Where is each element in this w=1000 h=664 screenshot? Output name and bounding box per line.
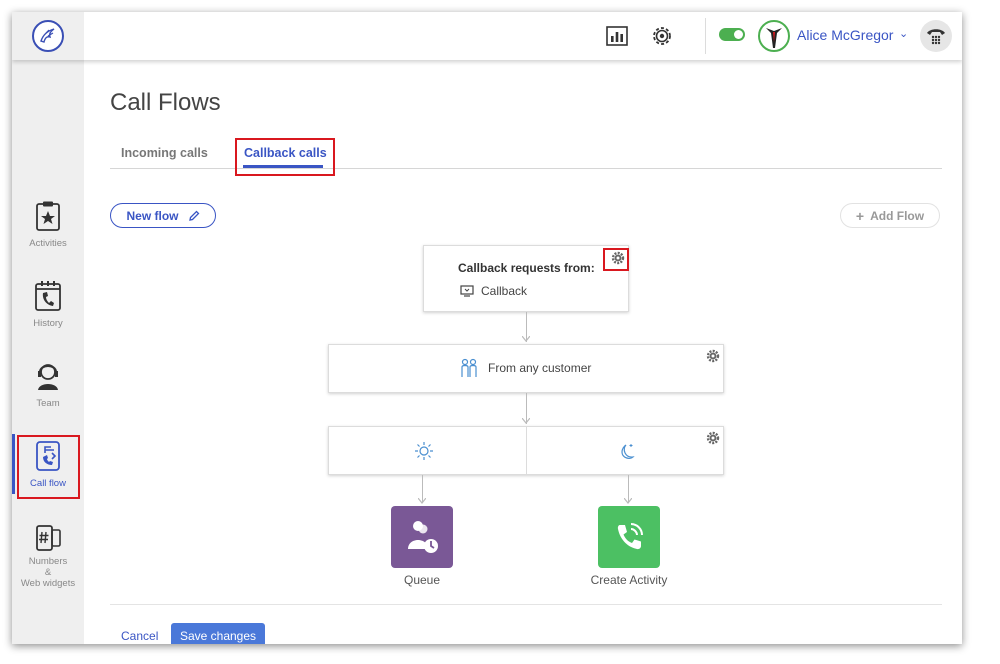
logo[interactable] — [12, 12, 84, 60]
settings-gear-icon[interactable] — [650, 24, 674, 48]
active-indicator — [12, 434, 15, 494]
phone-icon — [617, 523, 643, 550]
source-item-label: Callback — [481, 284, 528, 298]
gear-icon[interactable] — [706, 431, 720, 445]
page-title: Call Flows — [110, 89, 221, 116]
add-flow-label: Add Flow — [870, 208, 925, 223]
moon-icon[interactable] — [618, 441, 638, 466]
sidebar: Activities History Team Call flow Number… — [12, 60, 84, 644]
customers-icon — [461, 358, 477, 377]
filter-label: From any customer — [488, 361, 592, 375]
topbar-divider — [705, 18, 706, 54]
source-item: Callback — [460, 284, 527, 298]
flow-source-node[interactable]: Callback requests from: Callback — [423, 245, 629, 312]
arrow-down-icon — [624, 498, 632, 504]
schedule-divider — [526, 427, 527, 474]
chevron-down-icon[interactable]: ⌄ — [899, 27, 908, 40]
sidebar-item-label: History — [33, 318, 63, 329]
clipboard-star-icon — [36, 201, 60, 231]
sidebar-item-label: Web widgets — [20, 578, 76, 589]
footer-divider — [110, 604, 942, 605]
sidebar-item-label: Call flow — [30, 478, 66, 489]
gear-icon[interactable] — [611, 251, 625, 265]
calendar-phone-icon — [35, 281, 61, 311]
filter-content: From any customer — [459, 358, 591, 378]
sidebar-item-history[interactable]: History — [12, 280, 84, 352]
create-activity-label: Create Activity — [590, 573, 668, 587]
new-flow-label: New flow — [126, 208, 179, 223]
dialpad-button[interactable] — [920, 20, 952, 52]
queue-label: Queue — [403, 573, 441, 587]
add-flow-button[interactable]: + Add Flow — [840, 203, 940, 228]
user-name[interactable]: Alice McGregor — [797, 27, 893, 43]
queue-icon — [408, 521, 438, 553]
tab-callback-calls[interactable]: Callback calls — [244, 146, 327, 160]
active-tab-underline — [243, 165, 323, 168]
sidebar-item-label: Activities — [29, 238, 67, 249]
sidebar-item-label: Team — [36, 398, 60, 409]
sidebar-item-team[interactable]: Team — [12, 360, 84, 432]
toggle-knob — [734, 30, 743, 39]
create-activity-node[interactable] — [598, 506, 660, 568]
sidebar-item-activities[interactable]: Activities — [12, 200, 84, 272]
new-flow-button[interactable]: New flow — [110, 203, 216, 228]
brand-logo-icon — [32, 20, 64, 52]
sidebar-item-label: & — [44, 567, 52, 578]
arrow-down-icon — [522, 418, 530, 424]
monitor-icon — [460, 285, 474, 297]
cancel-button[interactable]: Cancel — [121, 629, 158, 643]
plus-icon: + — [855, 207, 865, 224]
pencil-icon — [188, 210, 199, 221]
reports-icon[interactable] — [605, 24, 629, 48]
source-title: Callback requests from: — [458, 261, 595, 275]
gear-icon[interactable] — [706, 349, 720, 363]
avatar[interactable] — [758, 20, 790, 52]
flow-schedule-node[interactable] — [328, 426, 724, 475]
queue-node[interactable] — [391, 506, 453, 568]
arrow-down-icon — [522, 336, 530, 342]
sidebar-item-call-flow[interactable]: Call flow — [12, 440, 84, 512]
hash-phone-icon — [36, 525, 61, 551]
top-bar: Alice McGregor ⌄ — [12, 12, 962, 60]
sidebar-item-numbers-widgets[interactable]: Numbers & Web widgets — [12, 524, 84, 614]
dialpad-phone-icon — [927, 29, 945, 45]
sun-icon[interactable] — [414, 441, 434, 466]
arrow-down-icon — [418, 498, 426, 504]
availability-toggle[interactable] — [719, 28, 745, 41]
app-window: Alice McGregor ⌄ Activities History Team… — [12, 12, 962, 644]
tab-bar: Incoming calls Callback calls — [110, 142, 942, 169]
call-flow-icon — [36, 441, 60, 471]
flow-filter-node[interactable]: From any customer — [328, 344, 724, 393]
sidebar-item-label: Numbers — [28, 556, 68, 567]
tab-incoming-calls[interactable]: Incoming calls — [121, 146, 208, 160]
save-changes-button[interactable]: Save changes — [171, 623, 265, 644]
agent-headset-icon — [38, 364, 58, 390]
